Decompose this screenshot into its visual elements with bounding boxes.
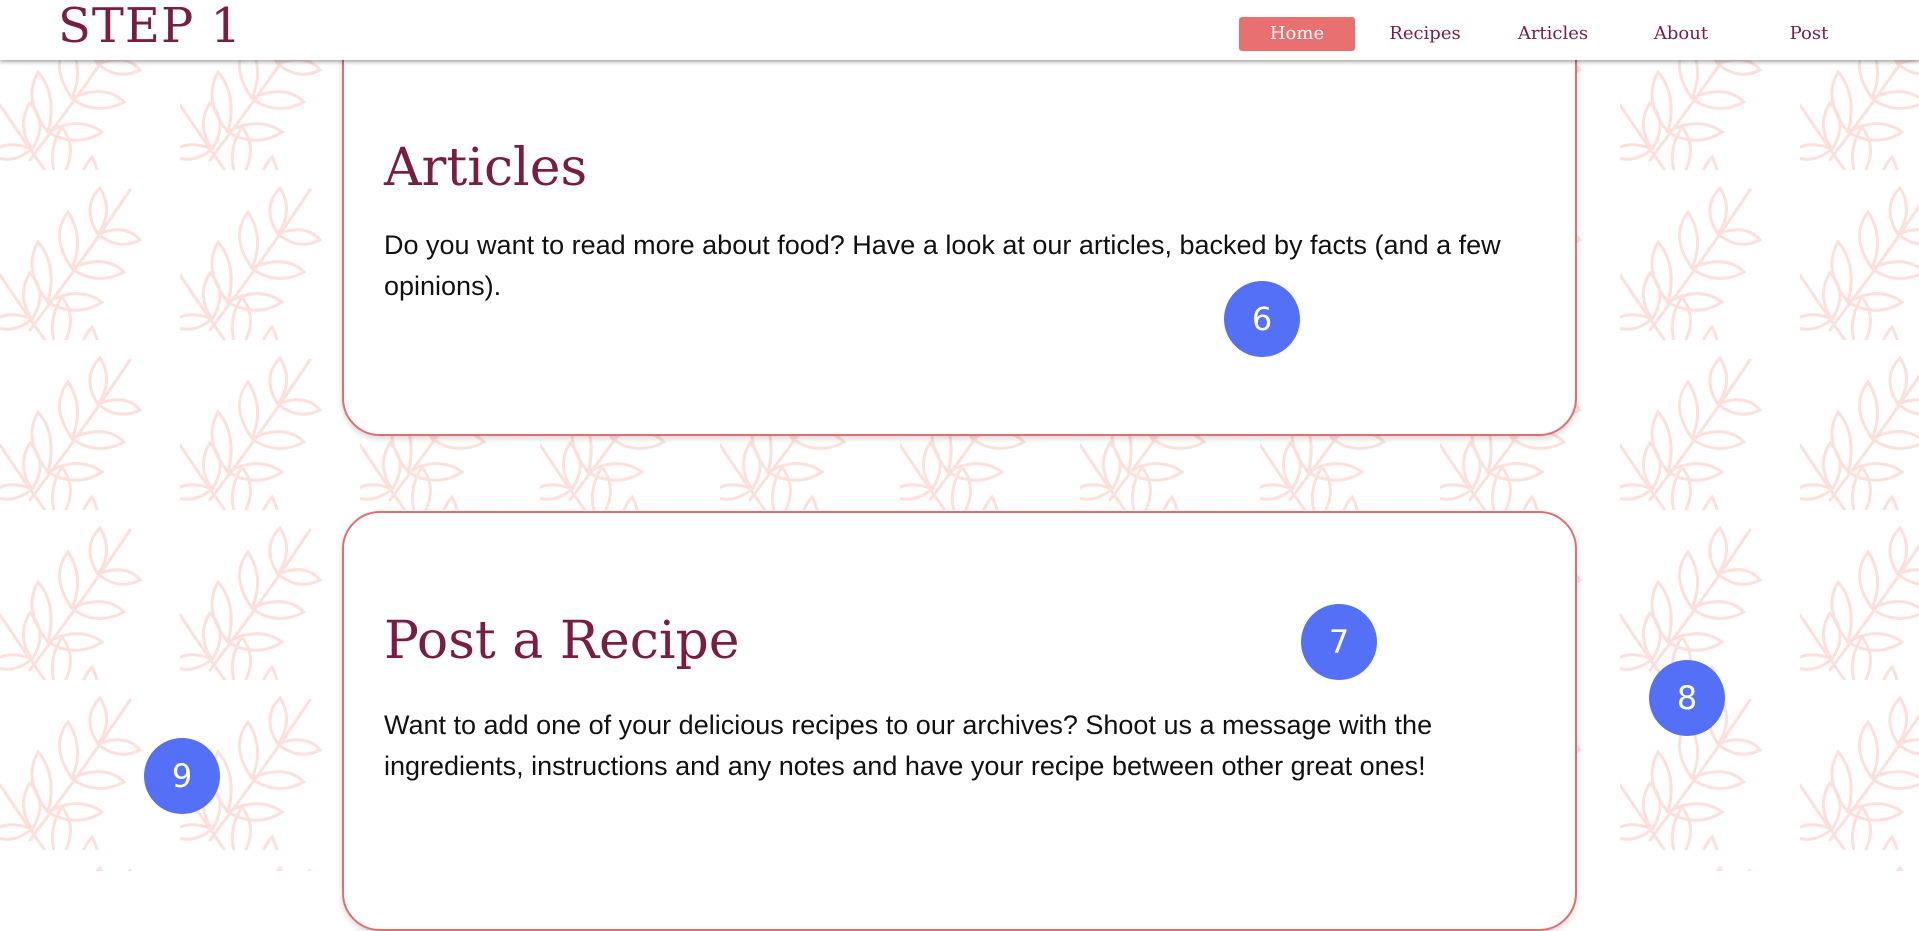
nav-articles[interactable]: Articles — [1503, 17, 1603, 51]
articles-card-title: Articles — [384, 138, 588, 198]
nav-post[interactable]: Post — [1759, 17, 1859, 51]
site-logo[interactable]: STEP 1 — [58, 0, 242, 54]
nav-recipes[interactable]: Recipes — [1375, 17, 1475, 51]
articles-card-text: Do you want to read more about food? Hav… — [384, 230, 1501, 301]
post-recipe-card-title: Post a Recipe — [384, 611, 740, 671]
site-header: STEP 1 Home Recipes Articles About Post — [0, 0, 1919, 60]
marker-6: 6 — [1224, 281, 1300, 357]
post-recipe-card: Post a Recipe Want to add one of your de… — [342, 511, 1577, 931]
marker-8: 8 — [1649, 660, 1725, 736]
nav-home[interactable]: Home — [1239, 17, 1355, 51]
post-recipe-card-text: Want to add one of your delicious recipe… — [384, 710, 1433, 781]
nav-about[interactable]: About — [1631, 17, 1731, 51]
articles-card: Articles Do you want to read more about … — [342, 10, 1577, 436]
marker-9: 9 — [144, 738, 220, 814]
marker-7: 7 — [1301, 604, 1377, 680]
